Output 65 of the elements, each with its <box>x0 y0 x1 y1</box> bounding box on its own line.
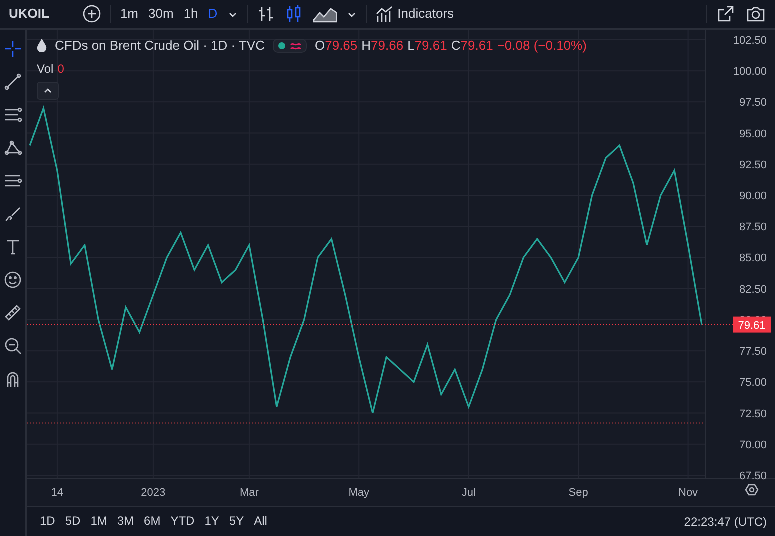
ruler-icon <box>4 304 22 322</box>
range-button[interactable]: All <box>249 512 272 531</box>
range-button[interactable]: 1D <box>35 512 60 531</box>
time-axis-label: Mar <box>240 487 259 499</box>
brush-icon <box>4 205 22 223</box>
range-button[interactable]: 1M <box>86 512 112 531</box>
volume-value: 0 <box>58 60 64 78</box>
wave-icon <box>290 40 302 51</box>
ohlc-value: C79.61 <box>451 37 494 55</box>
ohlc-value: O79.65 <box>314 37 358 55</box>
clock-label: 22:23:47 (UTC) <box>684 514 767 530</box>
ohlc-value: L79.61 <box>408 37 448 55</box>
time-axis-label: Nov <box>678 487 698 499</box>
add-icon <box>83 5 102 23</box>
price-axis-label: 85.00 <box>739 252 767 265</box>
time-axis-label: 2023 <box>141 487 166 499</box>
price-axis-label: 82.50 <box>739 284 767 296</box>
price-axis-label: 77.50 <box>739 346 767 358</box>
ref-line-label: 79.61 <box>738 320 766 332</box>
interval-button[interactable]: 30m <box>144 4 179 24</box>
range-button[interactable]: 3M <box>112 512 140 531</box>
ohlc-value: H79.66 <box>362 37 404 55</box>
price-axis-label: 95.00 <box>739 128 767 140</box>
price-axis-label: 100.00 <box>733 66 767 78</box>
range-button[interactable]: YTD <box>166 512 200 531</box>
symbol-title: CFDs on Brent Crude Oil · 1D · TVC <box>55 37 265 55</box>
price-axis-label: 97.50 <box>739 97 767 110</box>
price-tag: 79.61 <box>733 316 771 333</box>
price-axis-label: 90.00 <box>739 190 767 202</box>
range-button[interactable]: 1Y <box>200 512 224 531</box>
collapse-button[interactable] <box>37 82 59 100</box>
indicators-button[interactable]: Indicators <box>370 3 460 25</box>
drop-icon <box>37 39 47 52</box>
bars-icon <box>256 4 275 24</box>
price-axis-label: 75.00 <box>739 377 767 390</box>
price-axis-label: 67.50 <box>739 470 767 482</box>
smiley-icon <box>4 271 22 289</box>
zoom-icon <box>4 337 22 355</box>
interval-button[interactable]: D <box>203 4 223 24</box>
interval-button[interactable]: 1m <box>115 4 144 24</box>
symbol-button[interactable]: UKOIL <box>4 4 54 24</box>
price-axis-label: 72.50 <box>739 408 767 420</box>
price-axis-label: 92.50 <box>739 159 767 172</box>
settings-icon <box>745 484 759 496</box>
range-button[interactable]: 5D <box>60 512 86 531</box>
price-axis-label: 102.50 <box>733 34 767 47</box>
share-icon <box>716 4 736 24</box>
price-axis-label: 87.50 <box>739 222 767 234</box>
lines-icon <box>4 106 22 124</box>
price-axis-label: 70.00 <box>739 439 767 452</box>
chart-icon <box>376 5 394 23</box>
volume-label: Vol <box>37 60 54 78</box>
crosshair-icon <box>4 40 22 58</box>
range-button[interactable]: 6M <box>139 512 166 531</box>
triangle-icon <box>4 139 22 157</box>
candles-icon <box>284 4 303 24</box>
trendline-icon <box>4 73 22 91</box>
time-axis-label: Jul <box>462 487 476 499</box>
dot-icon <box>278 42 286 50</box>
price-change: −0.08 (−0.10%) <box>497 37 587 55</box>
time-axis-label: Sep <box>568 487 588 499</box>
time-axis-label: May <box>348 487 370 499</box>
range-button[interactable]: 5Y <box>224 512 250 531</box>
interval-button[interactable]: 1h <box>178 4 204 24</box>
time-axis-label: 14 <box>51 487 64 499</box>
